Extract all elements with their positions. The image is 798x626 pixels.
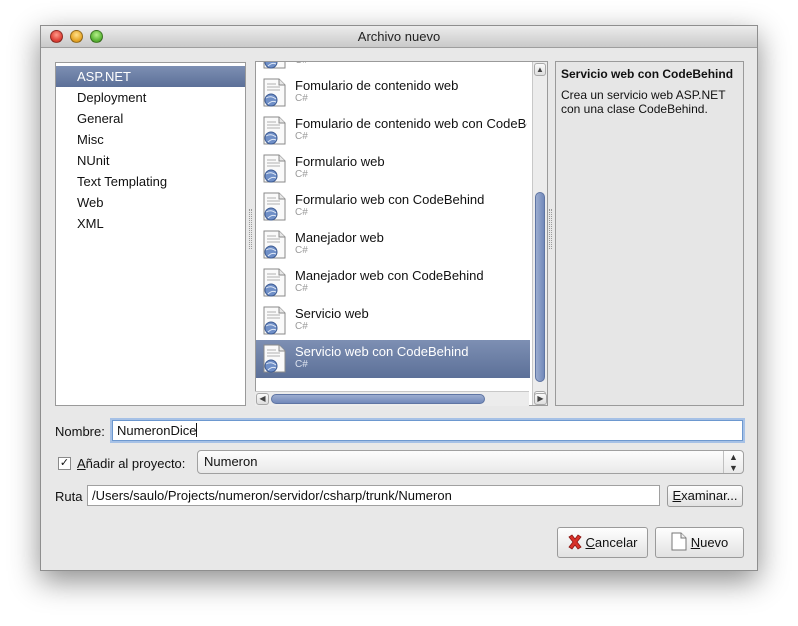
description-title: Servicio web con CodeBehind — [561, 67, 734, 81]
template-description-panel: Servicio web con CodeBehind Crea un serv… — [555, 61, 744, 406]
text-cursor — [196, 423, 198, 437]
template-name: Manejador web — [295, 230, 384, 245]
template-language: C# — [295, 131, 308, 142]
template-language: C# — [295, 283, 308, 294]
category-item-text-templating[interactable]: Text Templating — [56, 171, 245, 192]
window-title: Archivo nuevo — [357, 29, 441, 44]
template-item[interactable]: C# — [256, 62, 530, 74]
web-file-icon — [262, 78, 288, 108]
category-item-aspnet[interactable]: ASP.NET — [56, 66, 245, 87]
template-list-horizontal-scrollbar[interactable]: ◀ ▶ — [255, 391, 547, 406]
template-language: C# — [295, 169, 308, 180]
name-field-value: NumeronDice — [117, 423, 197, 438]
blank-document-icon — [671, 532, 687, 551]
add-to-project-label[interactable]: Añadir al proyecto: — [77, 456, 185, 471]
template-item[interactable]: Formulario web C# — [256, 150, 530, 188]
template-language: C# — [295, 62, 308, 66]
horizontal-scroll-thumb[interactable] — [271, 394, 485, 404]
web-file-icon — [262, 268, 288, 298]
web-file-icon — [262, 62, 288, 70]
scroll-up-arrow-icon[interactable]: ▲ — [534, 63, 546, 76]
red-x-icon — [568, 534, 583, 550]
category-list[interactable]: ASP.NET Deployment General Misc NUnit Te… — [55, 62, 246, 406]
name-label: Nombre: — [55, 424, 105, 439]
template-language: C# — [295, 359, 308, 370]
vertical-scroll-thumb[interactable] — [535, 192, 545, 382]
title-bar[interactable]: Archivo nuevo — [41, 26, 757, 48]
path-field-value: /Users/saulo/Projects/numeron/servidor/c… — [92, 488, 452, 503]
web-file-icon — [262, 344, 288, 374]
project-select-value: Numeron — [204, 454, 258, 469]
web-file-icon — [262, 192, 288, 222]
web-file-icon — [262, 154, 288, 184]
category-item-web[interactable]: Web — [56, 192, 245, 213]
template-item[interactable]: Fomulario de contenido web con CodeBehin… — [256, 112, 530, 150]
template-item[interactable]: Fomulario de contenido web C# — [256, 74, 530, 112]
template-name: Formulario web con CodeBehind — [295, 192, 485, 207]
template-name: Formulario web — [295, 154, 385, 169]
add-to-project-checkbox[interactable]: ✓ — [58, 457, 71, 470]
category-item-deployment[interactable]: Deployment — [56, 87, 245, 108]
web-file-icon — [262, 306, 288, 336]
template-name: Servicio web — [295, 306, 369, 321]
template-language: C# — [295, 245, 308, 256]
description-text: Crea un servicio web ASP.NET con una cla… — [561, 88, 726, 116]
web-file-icon — [262, 230, 288, 260]
template-list-vertical-scrollbar[interactable]: ▲ ▼ — [532, 62, 547, 405]
updown-chevron-icon: ▲ ▼ — [723, 451, 743, 473]
template-item[interactable]: Formulario web con CodeBehind C# — [256, 188, 530, 226]
template-item[interactable]: Manejador web con CodeBehind C# — [256, 264, 530, 302]
template-name: Fomulario de contenido web con CodeBehin… — [295, 116, 527, 131]
cancel-button[interactable]: Cancelar — [557, 527, 648, 558]
scroll-left-arrow-icon[interactable]: ◀ — [256, 393, 269, 405]
template-name: Fomulario de contenido web — [295, 78, 459, 93]
category-item-general[interactable]: General — [56, 108, 245, 129]
template-language: C# — [295, 93, 308, 104]
name-field[interactable]: NumeronDice — [112, 420, 743, 441]
template-item[interactable]: Servicio web con CodeBehind C# — [256, 340, 530, 378]
path-field[interactable]: /Users/saulo/Projects/numeron/servidor/c… — [87, 485, 660, 506]
template-language: C# — [295, 207, 308, 218]
template-item[interactable]: Manejador web C# — [256, 226, 530, 264]
cancel-button-label: Cancelar — [585, 535, 638, 550]
category-item-misc[interactable]: Misc — [56, 129, 245, 150]
splitter-grip-left[interactable] — [249, 209, 252, 249]
splitter-grip-right[interactable] — [549, 209, 552, 249]
path-label: Ruta — [55, 489, 83, 504]
new-file-dialog: Archivo nuevo ASP.NET Deployment General… — [40, 25, 758, 571]
template-language: C# — [295, 321, 308, 332]
browse-button[interactable]: Examinar... — [667, 485, 743, 507]
category-item-nunit[interactable]: NUnit — [56, 150, 245, 171]
project-select[interactable]: Numeron ▲ ▼ — [197, 450, 744, 474]
template-item[interactable]: Servicio web C# — [256, 302, 530, 340]
web-file-icon — [262, 116, 288, 146]
checkmark-icon: ✓ — [59, 457, 70, 469]
category-item-xml[interactable]: XML — [56, 213, 245, 234]
template-name: Manejador web con CodeBehind — [295, 268, 484, 283]
template-name: Servicio web con CodeBehind — [295, 344, 469, 359]
browse-button-label: Examinar... — [672, 488, 738, 503]
new-button-label: Nuevo — [690, 535, 729, 550]
template-list[interactable]: C#Fomulario de contenido webC#Fomulario … — [255, 61, 548, 406]
scroll-right-arrow-icon[interactable]: ▶ — [534, 393, 547, 405]
new-button[interactable]: Nuevo — [655, 527, 744, 558]
